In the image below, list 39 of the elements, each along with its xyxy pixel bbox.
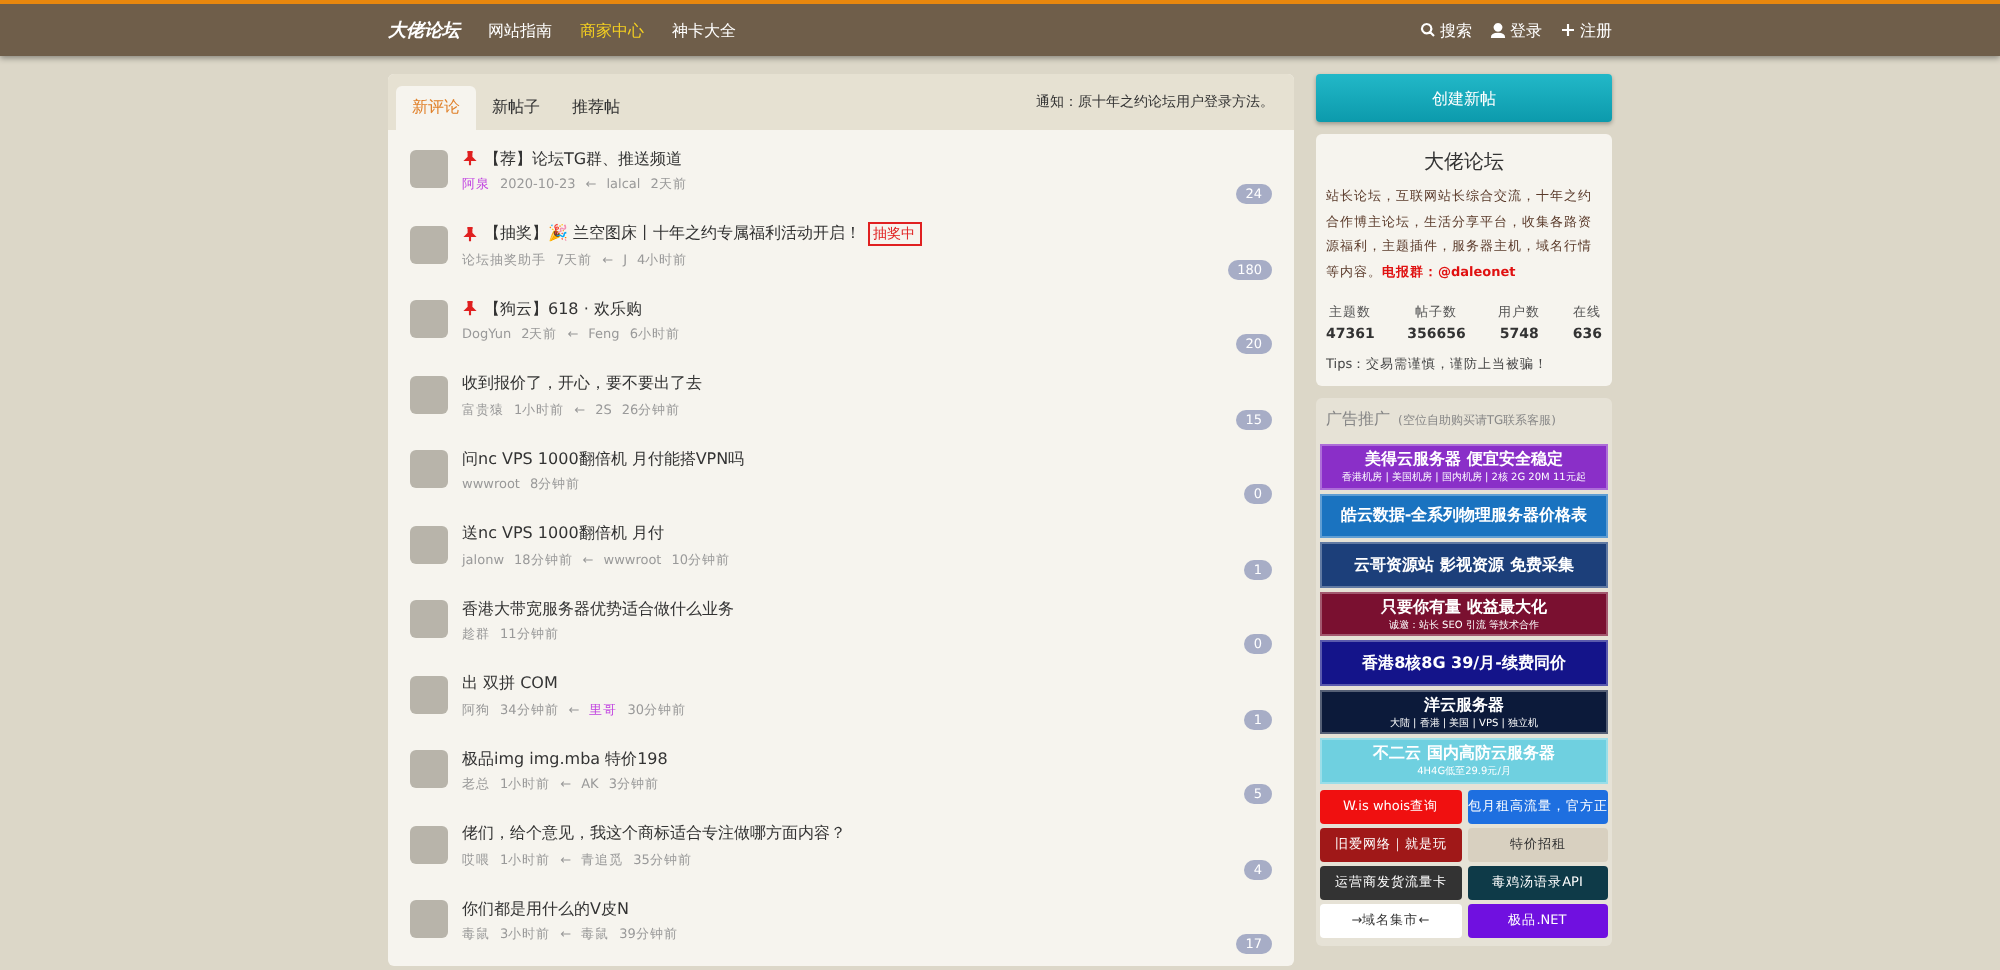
nav-link[interactable]: 神卡大全: [672, 19, 736, 41]
topic-title[interactable]: 佬们，给个意见，我这个商标适合专注做哪方面内容？: [462, 822, 846, 844]
topic-title[interactable]: 收到报价了，开心，要不要出了去: [462, 372, 702, 394]
plus-icon: [1560, 22, 1576, 38]
ad-banner[interactable]: 香港8核8G 39/月-续费同价: [1320, 640, 1608, 685]
tab[interactable]: 推荐帖: [556, 86, 636, 130]
user-icon: [1490, 22, 1506, 38]
topic-title[interactable]: 【狗云】618 · 欢乐购: [484, 297, 642, 319]
avatar[interactable]: [410, 300, 448, 338]
topic-title[interactable]: 送nc VPS 1000翻倍机 月付: [462, 522, 664, 544]
topic-title[interactable]: 【荐】论坛TG群、推送频道: [484, 147, 683, 169]
topic-title[interactable]: 极品img img.mba 特价198: [462, 747, 668, 769]
ad-title: 广告推广: [1326, 408, 1390, 430]
avatar[interactable]: [410, 375, 448, 413]
ad-banner[interactable]: 云哥资源站 影视资源 免费采集: [1320, 542, 1608, 587]
site-logo[interactable]: 大佬论坛: [388, 17, 460, 43]
forum-title: 大佬论坛: [1422, 149, 1506, 176]
ad-banner[interactable]: 皓云数据-全系列物理服务器价格表: [1320, 493, 1608, 538]
nav-link[interactable]: 网站指南: [488, 19, 552, 41]
topic-title[interactable]: 【抽奖】🎉 兰空图床丨十年之约专属福利活动开启！: [484, 222, 862, 244]
search-icon: [1420, 22, 1436, 38]
avatar[interactable]: [410, 450, 448, 488]
search-link[interactable]: 搜索: [1420, 19, 1472, 41]
nav-link[interactable]: 商家中心: [580, 19, 644, 41]
avatar[interactable]: [410, 675, 448, 713]
tab[interactable]: 新帖子: [476, 86, 556, 130]
topic-title[interactable]: 出 双拼 COM: [462, 672, 558, 694]
topic-title[interactable]: 你们都是用什么的V皮N: [462, 897, 629, 919]
avatar[interactable]: [410, 150, 448, 188]
avatar[interactable]: [410, 600, 448, 638]
topic-title[interactable]: 香港大带宽服务器优势适合做什么业务: [462, 597, 734, 619]
avatar[interactable]: [410, 225, 448, 263]
topic-title[interactable]: 问nc VPS 1000翻倍机 月付能搭VPN吗: [462, 447, 745, 469]
register-link[interactable]: 注册: [1560, 19, 1612, 41]
avatar[interactable]: [410, 750, 448, 788]
avatar[interactable]: [410, 900, 448, 938]
avatar[interactable]: [410, 525, 448, 563]
login-link[interactable]: 登录: [1490, 19, 1542, 41]
avatar[interactable]: [410, 825, 448, 863]
